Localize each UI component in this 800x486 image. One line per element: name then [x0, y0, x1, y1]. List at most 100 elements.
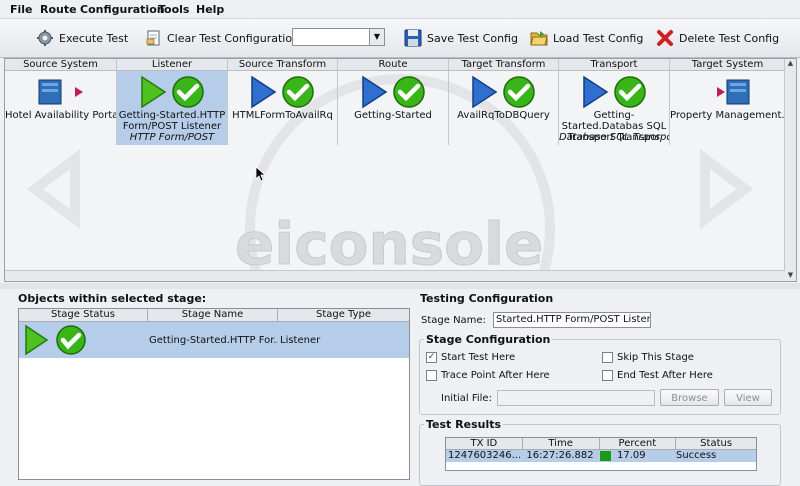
clear-document-icon — [146, 30, 160, 46]
checkmark-icon: ✓ — [426, 352, 437, 363]
trace-point-label: Trace Point After Here — [441, 370, 550, 381]
save-config-button[interactable]: Save Test Config — [404, 27, 518, 49]
toolbar: Execute Test Clear Test Configuration ▼ … — [0, 19, 800, 58]
success-check-icon — [392, 76, 425, 108]
testing-config-title: Testing Configuration — [420, 292, 554, 305]
result-status: Success — [676, 450, 717, 461]
stage-source-transform[interactable]: Source Transform HTMLFormToAvailRq — [228, 59, 338, 145]
column-tx-id[interactable]: TX ID — [446, 438, 523, 449]
row-stage-name: Getting-Started.HTTP For... — [149, 334, 278, 346]
skip-this-stage-label: Skip This Stage — [617, 352, 694, 363]
stage-header: Source System — [5, 59, 116, 71]
stage-name: Getting-Started — [354, 110, 432, 121]
row-status — [19, 324, 147, 356]
result-percent: 17.09 — [598, 450, 674, 462]
browse-button[interactable]: Browse — [660, 389, 719, 406]
stage-target-system[interactable]: Target System Property Management... — [670, 59, 785, 145]
checkbox-box — [602, 370, 613, 381]
pipeline-vertical-scrollbar[interactable]: ▲ ▼ — [784, 59, 796, 281]
success-check-icon — [282, 76, 314, 108]
delete-x-icon — [657, 30, 673, 46]
stage-header: Target Transform — [449, 59, 558, 71]
stage-header: Transport — [559, 59, 669, 71]
clear-config-button[interactable]: Clear Test Configuration — [146, 27, 299, 49]
stage-source-system[interactable]: Source System Hotel Availability Portal — [5, 59, 117, 145]
mouse-cursor-icon — [255, 166, 265, 182]
gear-icon — [37, 30, 53, 46]
initial-file-label: Initial File: — [441, 393, 492, 404]
chevron-down-icon[interactable]: ▼ — [369, 29, 384, 45]
play-icon — [140, 75, 166, 109]
success-check-icon — [56, 325, 86, 355]
objects-panel: Objects within selected stage: Stage Sta… — [14, 291, 410, 480]
stage-subtitle: HTTP Form/POST — [129, 132, 215, 143]
play-icon — [472, 75, 498, 109]
split-pane-divider[interactable] — [0, 283, 800, 289]
checkbox-box — [426, 370, 437, 381]
trace-point-checkbox[interactable]: Trace Point After Here — [426, 370, 550, 381]
stage-header: Target System — [670, 59, 785, 71]
start-test-here-checkbox[interactable]: ✓ Start Test Here — [426, 352, 515, 363]
stage-name: Property Management... — [670, 110, 785, 121]
pipeline-horizontal-scrollbar[interactable] — [5, 270, 785, 281]
column-status[interactable]: Status — [676, 438, 756, 449]
stage-name-field[interactable]: Started.HTTP Form/POST Listener — [493, 312, 651, 328]
scroll-down-icon[interactable]: ▼ — [785, 271, 796, 279]
stage-name: AvailRqToDBQuery — [457, 110, 550, 121]
menu-bar: File Route Configuration Tools Help — [0, 0, 800, 19]
column-percent[interactable]: Percent — [600, 438, 677, 449]
menu-configuration[interactable]: Configuration — [80, 3, 165, 16]
test-results-title: Test Results — [424, 418, 504, 431]
objects-table: Stage Status Stage Name Stage Type Getti… — [18, 308, 410, 480]
stage-target-transform[interactable]: Target Transform AvailRqToDBQuery — [449, 59, 559, 145]
save-config-label: Save Test Config — [427, 31, 518, 45]
floppy-disk-icon — [404, 29, 422, 47]
test-results-table: TX ID Time Percent Status 1247603246... … — [445, 437, 757, 471]
menu-help[interactable]: Help — [196, 3, 224, 16]
view-button[interactable]: View — [724, 389, 772, 406]
server-icon — [38, 79, 83, 105]
stage-header: Route — [338, 59, 448, 71]
success-check-icon — [503, 76, 535, 108]
test-config-select[interactable]: ▼ — [292, 28, 385, 46]
menu-tools[interactable]: Tools — [158, 3, 189, 16]
column-stage-name[interactable]: Stage Name — [148, 309, 278, 321]
stage-name: Getting-Started.HTTP Form/POST Listener — [118, 110, 226, 132]
stage-name: Hotel Availability Portal — [5, 110, 116, 121]
table-row[interactable]: Getting-Started.HTTP For... Listener — [19, 322, 409, 358]
execute-test-button[interactable]: Execute Test — [36, 27, 128, 49]
objects-table-header: Stage Status Stage Name Stage Type — [19, 309, 409, 322]
end-test-checkbox[interactable]: End Test After Here — [602, 370, 713, 381]
column-stage-type[interactable]: Stage Type — [278, 309, 409, 321]
load-config-label: Load Test Config — [553, 31, 644, 45]
pipeline-view: eiconsole Source System Hotel Availabili… — [4, 58, 797, 282]
stage-header: Listener — [117, 59, 227, 71]
clear-config-label: Clear Test Configuration — [167, 31, 300, 45]
play-icon — [361, 75, 387, 109]
success-check-icon — [171, 76, 204, 108]
stage-listener[interactable]: Listener Getting-Started.HTTP Form/POST … — [117, 59, 228, 145]
stage-config-title: Stage Configuration — [424, 333, 553, 346]
stage-subtitle: Database SQL Transport — [559, 132, 669, 143]
load-config-button[interactable]: Load Test Config — [530, 27, 643, 49]
execute-test-label: Execute Test — [59, 31, 129, 45]
svg-text:eiconsole: eiconsole — [235, 210, 543, 278]
scroll-up-icon[interactable]: ▲ — [785, 59, 796, 67]
table-row[interactable]: 1247603246... 16:27:26.882 17.09 Success — [446, 450, 756, 462]
skip-this-stage-checkbox[interactable]: Skip This Stage — [602, 352, 694, 363]
stage-transport[interactable]: Transport Getting-Started.Databas SQL Tr… — [559, 59, 670, 145]
column-time[interactable]: Time — [523, 438, 600, 449]
menu-route[interactable]: Route — [40, 3, 77, 16]
stage-route[interactable]: Route Getting-Started — [338, 59, 449, 145]
success-check-icon — [613, 76, 646, 108]
column-stage-status[interactable]: Stage Status — [19, 309, 148, 321]
percent-progress-bar — [600, 451, 611, 461]
menu-file[interactable]: File — [10, 3, 33, 16]
start-test-here-label: Start Test Here — [441, 352, 516, 363]
delete-config-button[interactable]: Delete Test Config — [656, 27, 779, 49]
end-test-label: End Test After Here — [617, 370, 713, 381]
checkbox-box — [602, 352, 613, 363]
initial-file-field[interactable] — [497, 390, 655, 406]
play-icon — [251, 75, 277, 109]
stage-name: HTMLFormToAvailRq — [232, 110, 333, 121]
